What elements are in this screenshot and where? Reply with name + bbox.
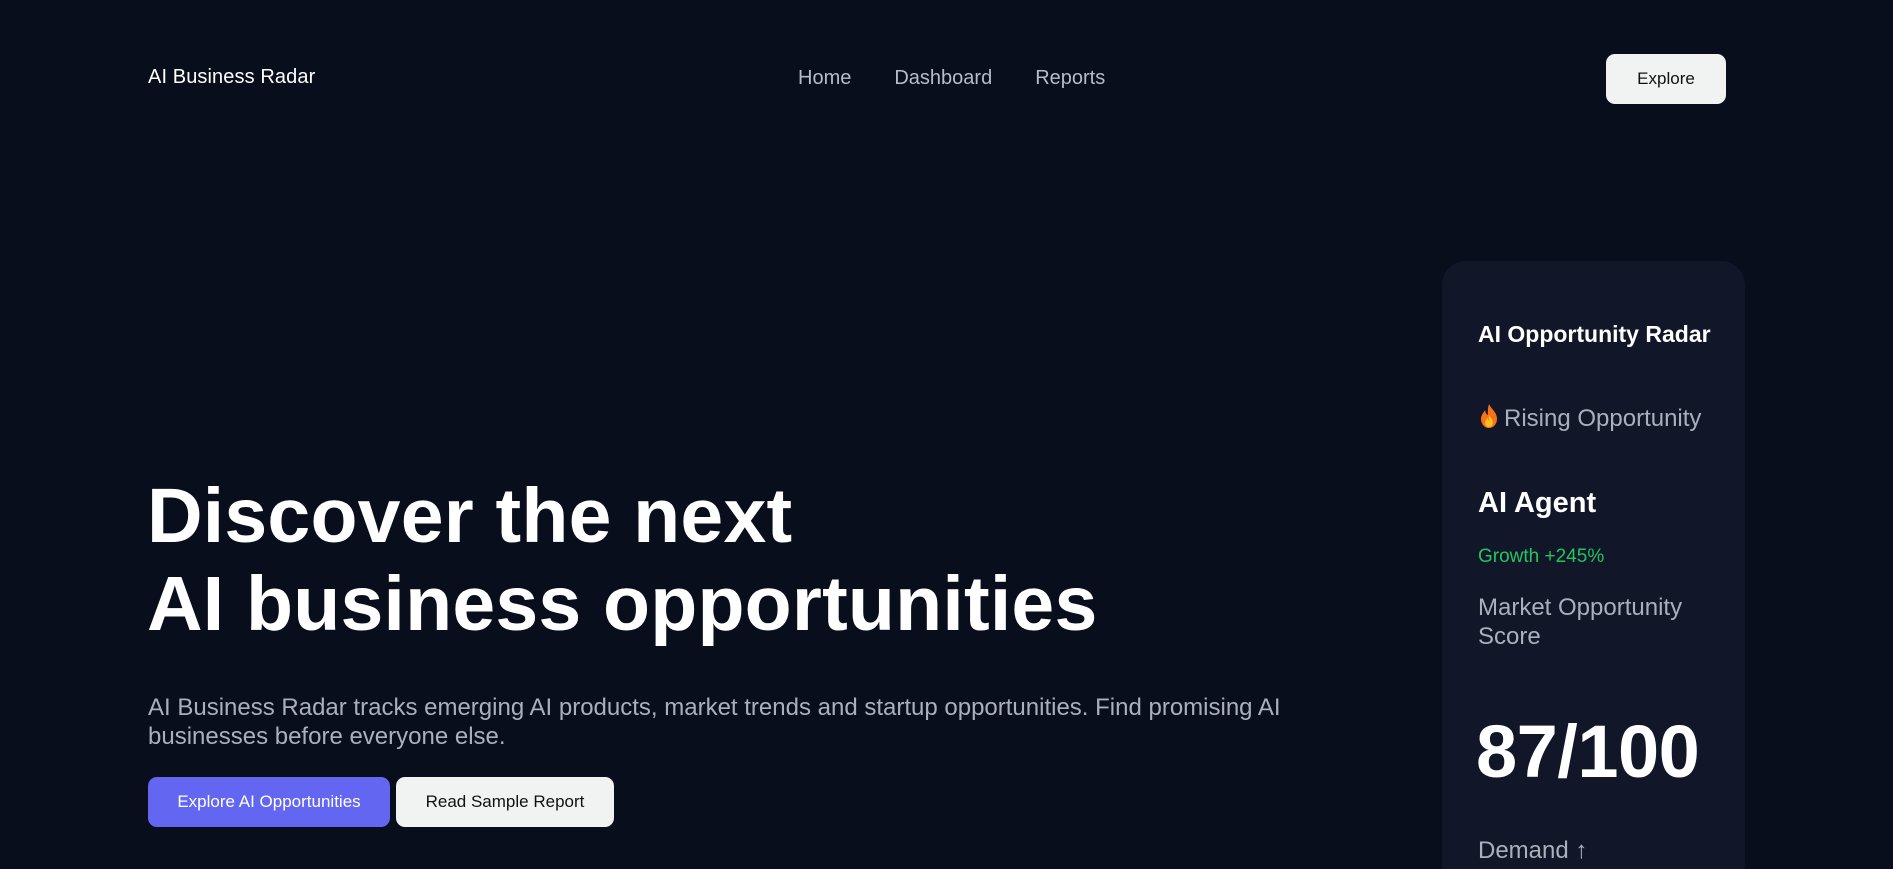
hero-title-line-1: Discover the next bbox=[147, 473, 793, 559]
demand-indicator: Demand ↑ bbox=[1478, 837, 1588, 864]
hero-title: Discover the next AI business opportunit… bbox=[147, 472, 1097, 648]
nav-reports[interactable]: Reports bbox=[1035, 67, 1105, 90]
explore-ai-opportunities-button[interactable]: Explore AI Opportunities bbox=[148, 777, 390, 827]
fire-icon bbox=[1478, 403, 1500, 429]
rising-opportunity-text: Rising Opportunity bbox=[1504, 405, 1702, 432]
read-sample-report-button[interactable]: Read Sample Report bbox=[396, 777, 614, 827]
opportunity-category: AI Agent bbox=[1478, 487, 1597, 519]
landing-page: AI Business Radar Home Dashboard Reports… bbox=[0, 0, 1893, 869]
explore-button[interactable]: Explore bbox=[1606, 54, 1726, 104]
hero-title-line-2: AI business opportunities bbox=[147, 561, 1098, 647]
rising-opportunity-label: Rising Opportunity bbox=[1478, 403, 1718, 433]
card-title: AI Opportunity Radar bbox=[1478, 321, 1711, 347]
opportunity-radar-card: AI Opportunity Radar Rising Opportunity … bbox=[1442, 261, 1745, 869]
market-score-value: 87/100 bbox=[1476, 710, 1700, 793]
nav-home[interactable]: Home bbox=[798, 67, 851, 90]
nav-dashboard[interactable]: Dashboard bbox=[894, 67, 992, 90]
main-nav: Home Dashboard Reports bbox=[798, 67, 1105, 90]
market-score-label: Market Opportunity Score bbox=[1478, 594, 1683, 650]
brand-logo[interactable]: AI Business Radar bbox=[148, 66, 315, 89]
growth-value: Growth +245% bbox=[1478, 546, 1605, 567]
hero-subtitle: AI Business Radar tracks emerging AI pro… bbox=[148, 694, 1281, 750]
